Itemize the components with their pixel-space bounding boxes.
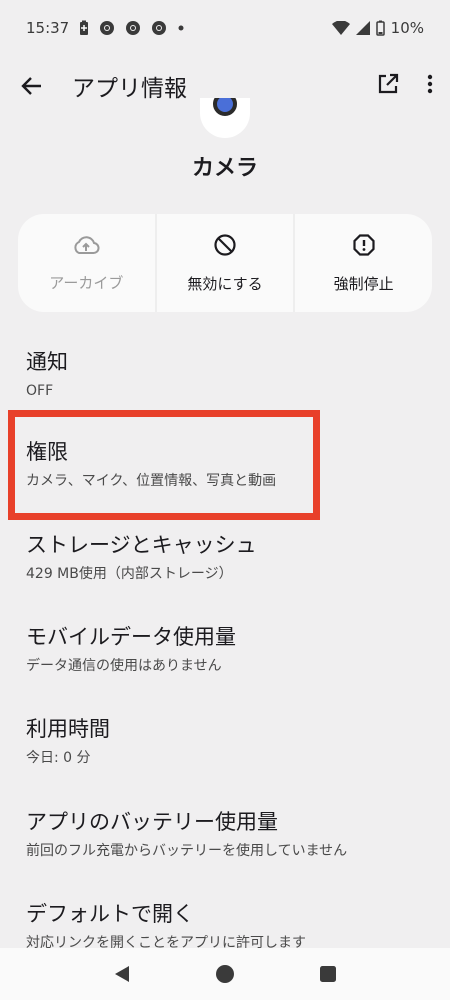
item-subtitle: 今日: 0 分 (26, 750, 91, 766)
nav-recents-icon[interactable] (313, 959, 343, 989)
settings-item-open-by-default[interactable]: デフォルトで開く 対応リンクを開くことをアプリに許可します (26, 900, 426, 952)
status-bar: 15:37 10% (0, 0, 450, 56)
battery-saver-icon (79, 20, 89, 36)
battery-icon (375, 20, 385, 36)
page-title: アプリ情報 (72, 76, 187, 102)
navigation-bar (0, 948, 450, 1000)
wifi-icon (331, 21, 350, 35)
open-external-icon[interactable] (376, 72, 400, 100)
battery-percent: 10% (390, 19, 424, 37)
cloud-upload-icon (72, 234, 100, 260)
item-subtitle: データ通信の使用はありません (26, 658, 222, 674)
item-title: アプリのバッテリー使用量 (26, 810, 278, 834)
item-title: デフォルトで開く (26, 902, 194, 926)
settings-item-notifications[interactable]: 通知 OFF (26, 348, 426, 400)
item-title: 通知 (26, 350, 68, 374)
item-subtitle: 429 MB使用（内部ストレージ） (26, 566, 233, 582)
action-card: アーカイブ 無効にする 強制停止 (18, 214, 432, 312)
item-subtitle: 前回のフル充電からバッテリーを使用していません (26, 843, 348, 859)
chrome-icon (125, 20, 141, 36)
block-icon (213, 233, 237, 261)
nav-back-icon[interactable] (107, 959, 137, 989)
chrome-icon (99, 20, 115, 36)
more-vert-icon[interactable] (426, 72, 434, 100)
archive-button[interactable]: アーカイブ (18, 214, 155, 312)
item-subtitle: OFF (26, 383, 54, 399)
item-title: ストレージとキャッシュ (26, 533, 257, 557)
signal-icon (355, 21, 370, 35)
force-stop-button[interactable]: 強制停止 (293, 214, 432, 312)
status-time: 15:37 (26, 19, 70, 37)
force-stop-label: 強制停止 (333, 274, 394, 293)
settings-item-mobile-data[interactable]: モバイルデータ使用量 データ通信の使用はありません (26, 623, 426, 675)
disable-label: 無効にする (187, 274, 263, 293)
highlight-box (8, 410, 320, 520)
disable-button[interactable]: 無効にする (154, 214, 294, 312)
settings-item-storage[interactable]: ストレージとキャッシュ 429 MB使用（内部ストレージ） (26, 531, 426, 583)
settings-item-battery[interactable]: アプリのバッテリー使用量 前回のフル充電からバッテリーを使用していません (26, 808, 426, 860)
app-icon (200, 98, 250, 138)
alert-octagon-icon (352, 233, 376, 261)
chrome-icon (151, 20, 167, 36)
settings-item-screen-time[interactable]: 利用時間 今日: 0 分 (26, 715, 426, 767)
item-title: 利用時間 (26, 717, 110, 741)
archive-label: アーカイブ (49, 273, 124, 292)
app-name: カメラ (191, 156, 258, 181)
item-title: モバイルデータ使用量 (26, 625, 236, 649)
camera-lens-icon (213, 98, 237, 116)
back-arrow-icon[interactable] (16, 70, 48, 102)
more-dot-icon (177, 24, 185, 32)
nav-home-icon[interactable] (210, 959, 240, 989)
